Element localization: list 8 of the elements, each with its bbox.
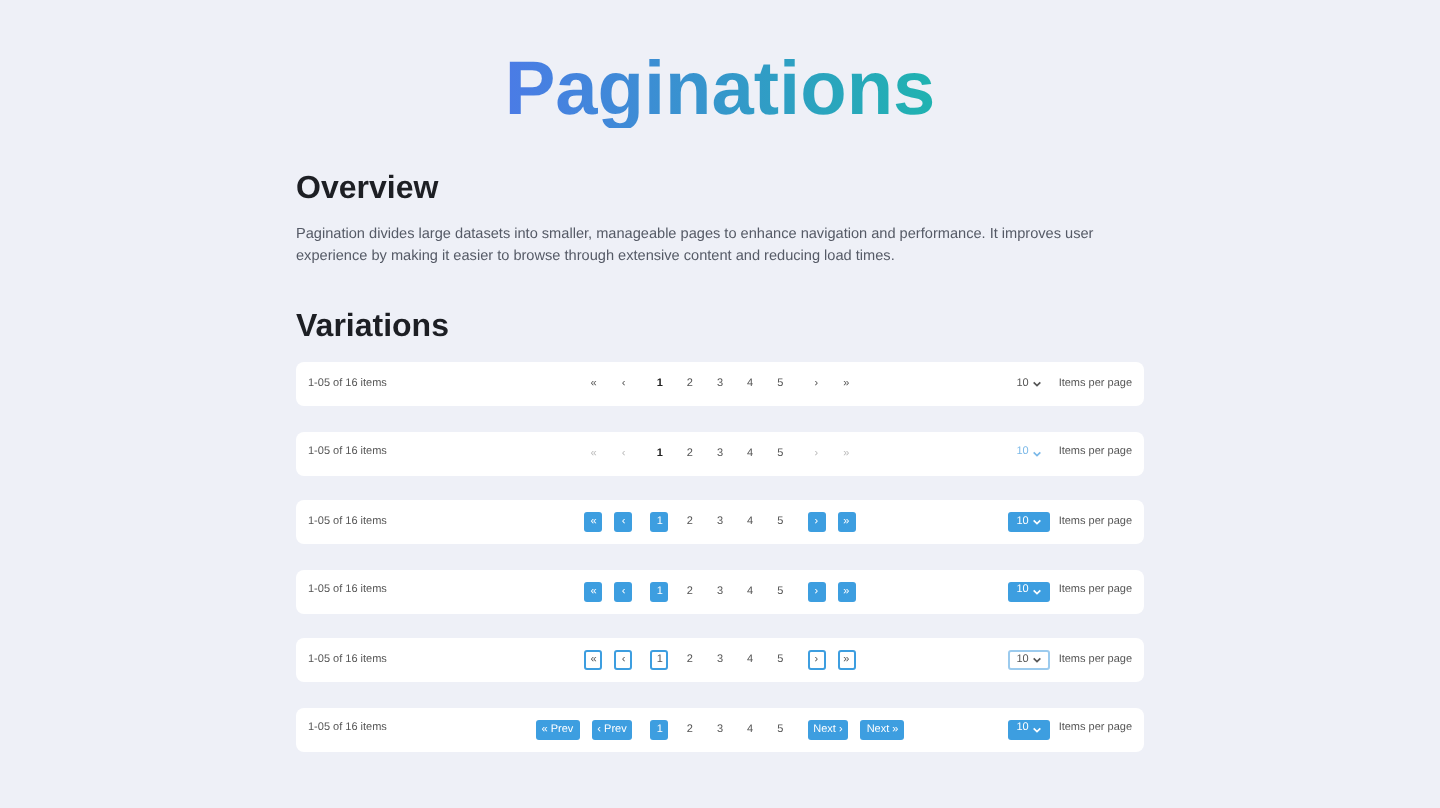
chevron-down-icon <box>1032 725 1043 734</box>
chevron-down-icon <box>1032 656 1043 665</box>
chevron-down-icon <box>1032 380 1043 389</box>
chevron-down-icon <box>1032 587 1043 596</box>
section-heading: Overview <box>296 172 441 208</box>
chevron-down-icon <box>1032 518 1043 527</box>
chevron-down-icon <box>1032 449 1043 458</box>
section-heading: Variations <box>296 310 451 347</box>
